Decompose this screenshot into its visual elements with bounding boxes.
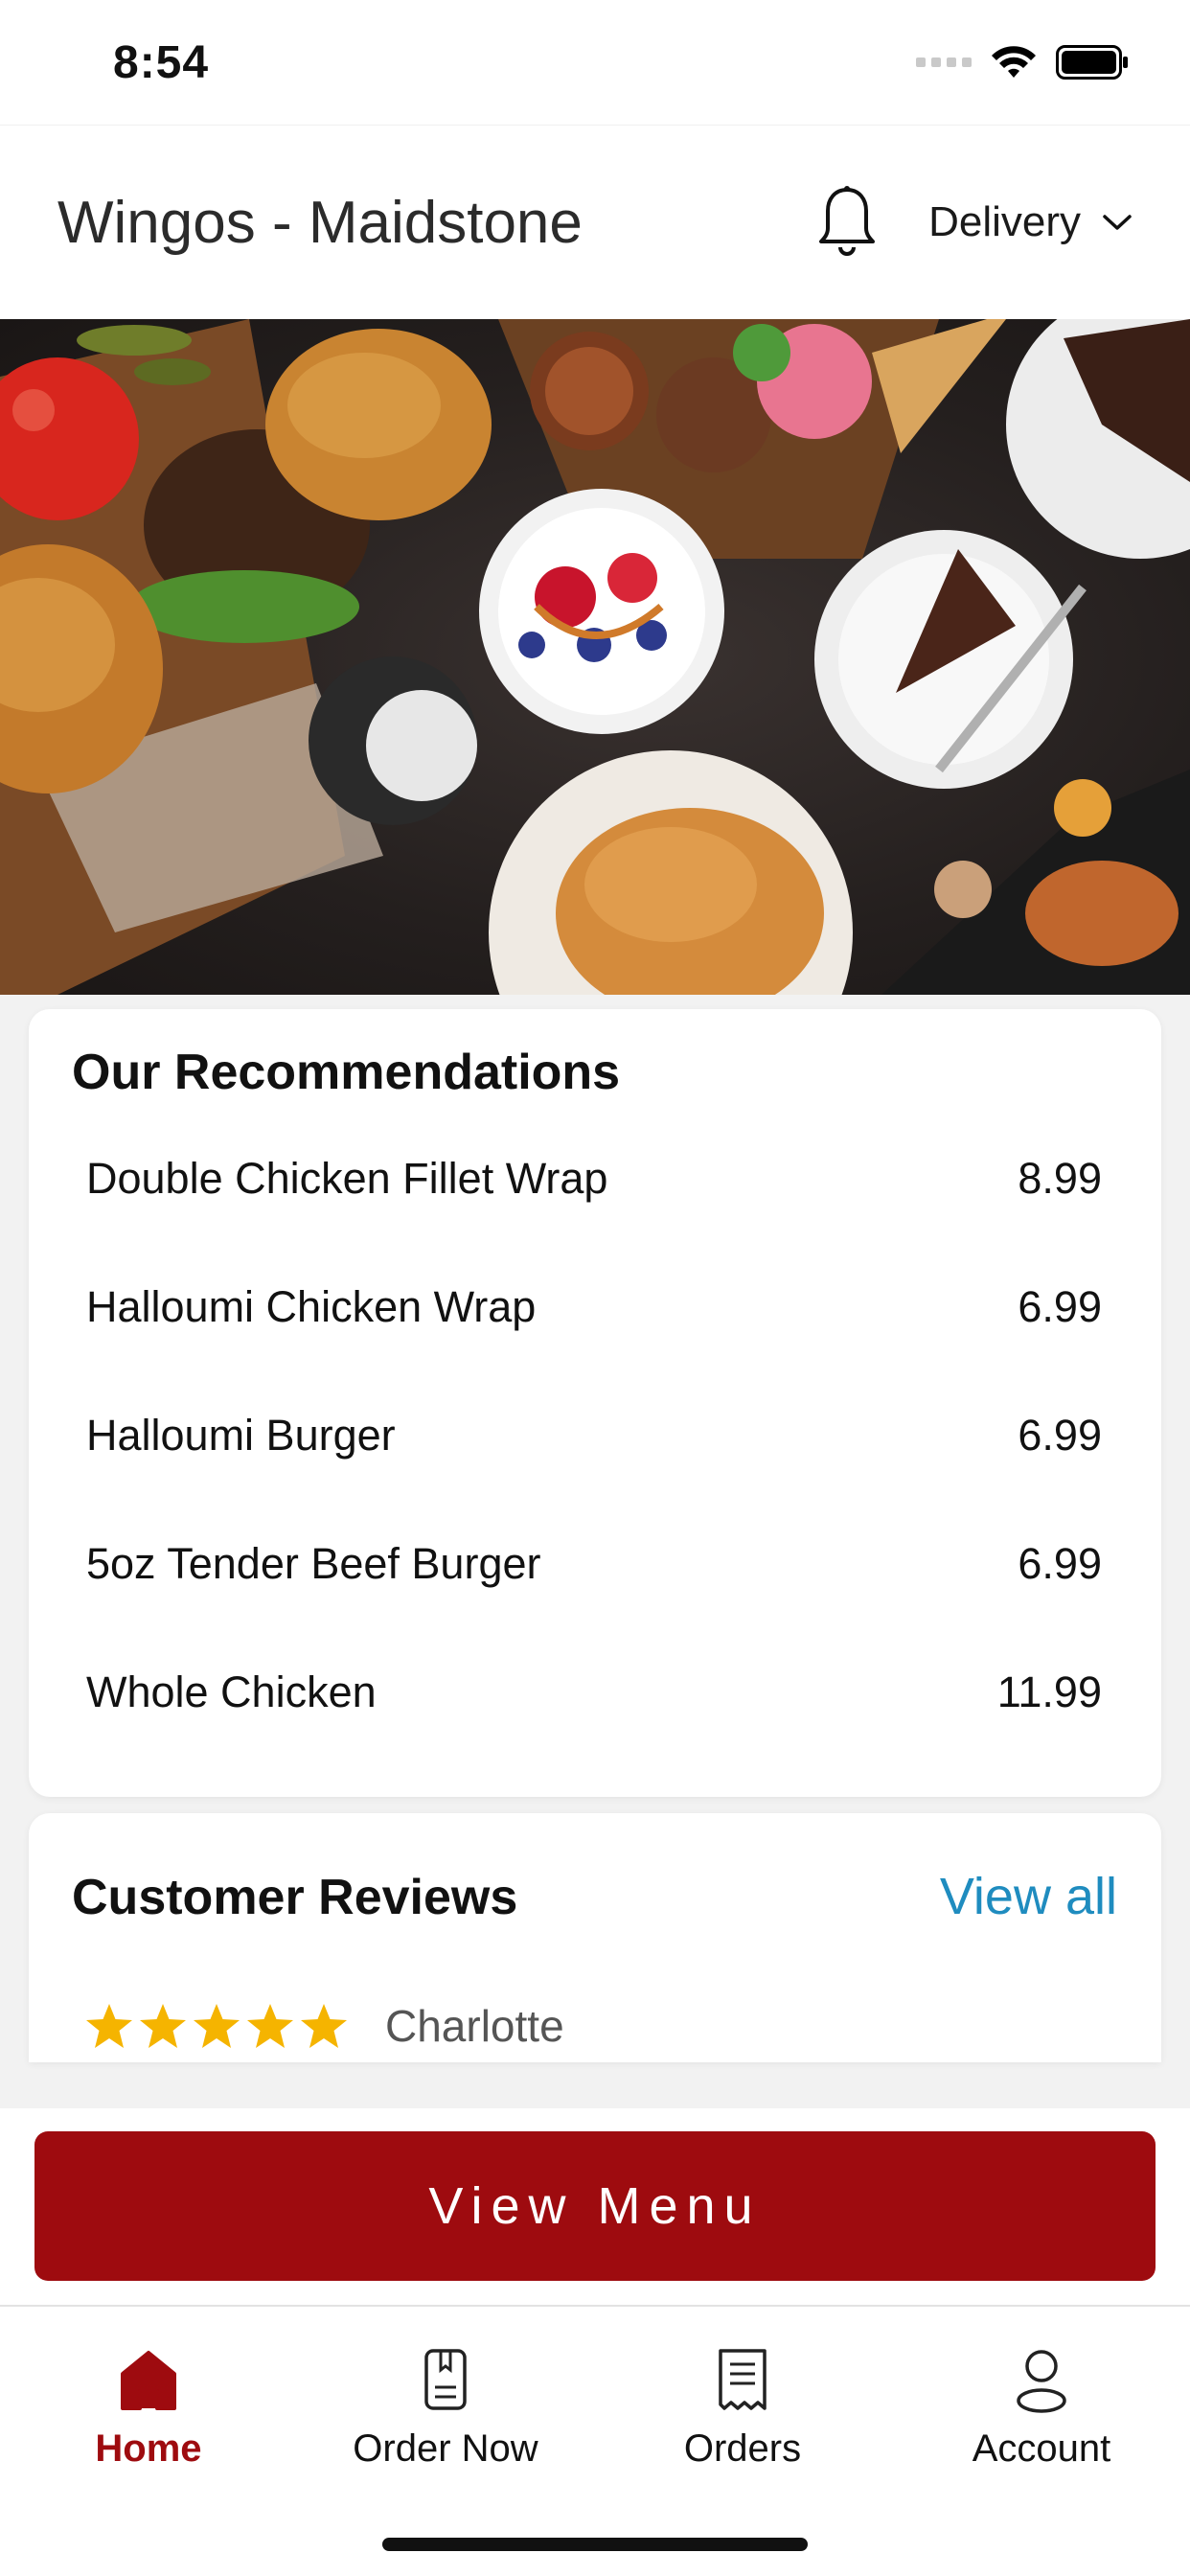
customer-reviews-card: Customer Reviews View all Charlotte (29, 1813, 1161, 2062)
tab-orders[interactable]: Orders (594, 2345, 891, 2471)
recommendations-title: Our Recommendations (72, 1045, 621, 1100)
cta-area: View Menu (0, 2108, 1190, 2305)
wifi-icon (992, 46, 1036, 78)
status-icons (916, 45, 1129, 80)
app-screen: 8:54 Wingos - Maidstone Delivery Our Rec… (0, 0, 1190, 2576)
customer-reviews-title: Customer Reviews (72, 1870, 518, 1925)
review-item: Charlotte (84, 2000, 564, 2052)
status-time: 8:54 (113, 36, 210, 88)
item-name: Halloumi Burger (86, 1411, 396, 1460)
item-price: 6.99 (1018, 1411, 1102, 1460)
bell-icon[interactable] (813, 184, 881, 261)
item-price: 11.99 (996, 1668, 1102, 1716)
account-icon (1017, 2350, 1066, 2413)
recommendation-item[interactable]: Whole Chicken 11.99 (86, 1628, 1102, 1757)
status-bar: 8:54 (0, 0, 1190, 125)
tab-home[interactable]: Home (0, 2345, 297, 2471)
view-menu-button[interactable]: View Menu (34, 2131, 1156, 2281)
star-rating (84, 2002, 349, 2050)
cellular-signal-icon (916, 58, 972, 67)
bottom-tab-bar: Home Order Now Orders Account (0, 2305, 1190, 2576)
item-name: Double Chicken Fillet Wrap (86, 1154, 608, 1203)
tab-home-label: Home (95, 2427, 202, 2470)
star-icon (194, 2004, 240, 2048)
item-name: Whole Chicken (86, 1668, 377, 1716)
recommendation-item[interactable]: 5oz Tender Beef Burger 6.99 (86, 1500, 1102, 1628)
battery-icon (1056, 45, 1128, 80)
recommendations-list: Double Chicken Fillet Wrap 8.99 Halloumi… (86, 1154, 1102, 1757)
item-name: 5oz Tender Beef Burger (86, 1539, 541, 1588)
recommendation-item[interactable]: Halloumi Burger 6.99 (86, 1371, 1102, 1500)
star-icon (247, 2004, 293, 2048)
item-price: 6.99 (1018, 1539, 1102, 1588)
tab-account-label: Account (972, 2427, 1111, 2470)
order-type-label: Delivery (928, 198, 1081, 245)
tab-account[interactable]: Account (893, 2345, 1190, 2471)
tab-order-now-label: Order Now (353, 2427, 538, 2470)
receipt-icon (719, 2349, 767, 2410)
home-indicator (382, 2538, 808, 2551)
header: Wingos - Maidstone Delivery (0, 125, 1190, 319)
recommendation-item[interactable]: Halloumi Chicken Wrap 6.99 (86, 1243, 1102, 1371)
home-icon (121, 2351, 176, 2410)
item-price: 6.99 (1018, 1282, 1102, 1331)
tab-orders-label: Orders (683, 2427, 802, 2470)
store-title: Wingos - Maidstone (57, 189, 583, 256)
recommendation-item[interactable]: Double Chicken Fillet Wrap 8.99 (86, 1115, 1102, 1243)
view-all-reviews-link[interactable]: View all (940, 1867, 1117, 1926)
order-type-dropdown[interactable]: Delivery (928, 198, 1133, 246)
order-now-icon (424, 2349, 467, 2410)
item-name: Halloumi Chicken Wrap (86, 1282, 537, 1331)
star-icon (86, 2004, 132, 2048)
tab-order-now[interactable]: Order Now (297, 2345, 594, 2471)
hero-food-image (0, 319, 1190, 995)
chevron-down-icon (1103, 215, 1132, 230)
star-icon (301, 2004, 347, 2048)
reviewer-name: Charlotte (385, 2001, 564, 2051)
recommendations-card: Our Recommendations Double Chicken Fille… (29, 1009, 1161, 1797)
item-price: 8.99 (1018, 1154, 1102, 1203)
star-icon (140, 2004, 186, 2048)
